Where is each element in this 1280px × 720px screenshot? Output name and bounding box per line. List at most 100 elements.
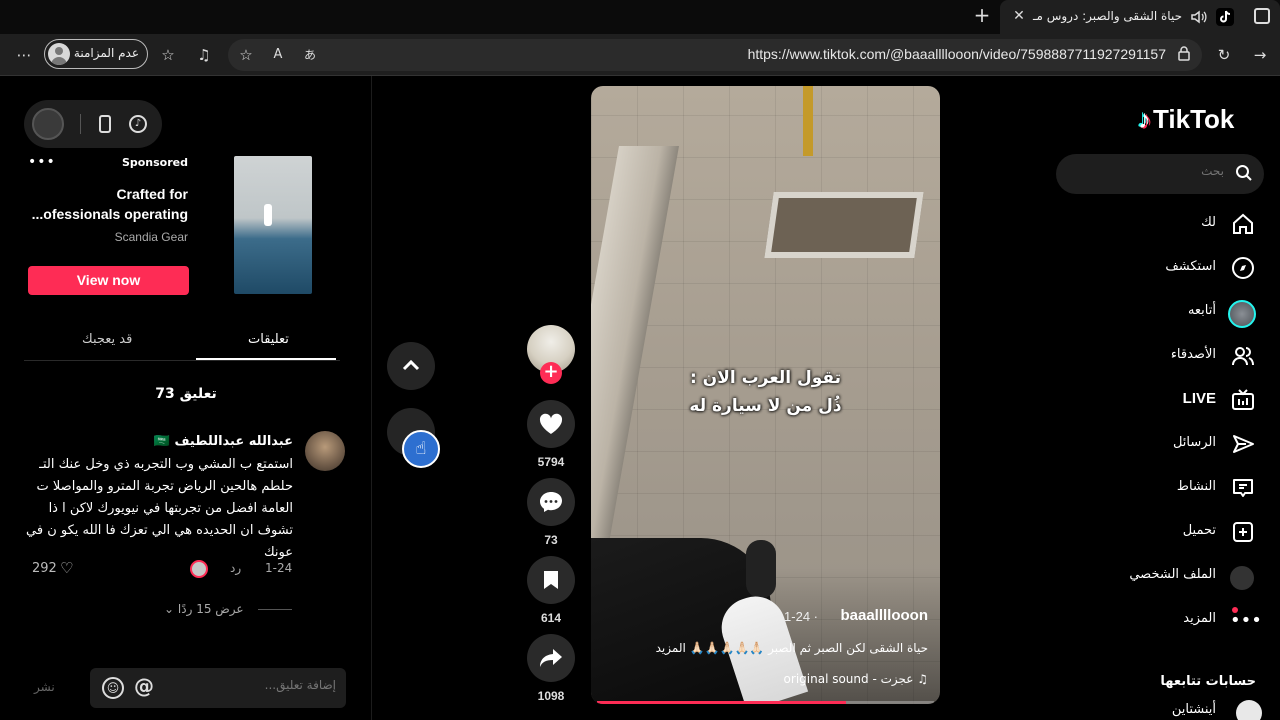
divider: [80, 114, 81, 134]
window-tile-icon[interactable]: [1254, 8, 1270, 24]
search-icon[interactable]: [1234, 164, 1254, 184]
new-tab-button[interactable]: +: [972, 5, 992, 26]
profile-avatar: [48, 43, 70, 65]
video-progress-bar[interactable]: [597, 701, 934, 704]
ad-view-now-button[interactable]: View now: [28, 266, 189, 295]
profile-button[interactable]: عدم المزامنة: [44, 39, 148, 69]
comment-heart-icon[interactable]: ♡: [60, 559, 73, 577]
forward-icon[interactable]: →: [1250, 45, 1270, 65]
video-sound[interactable]: ♫ عجزت - original sound: [784, 672, 928, 686]
hand-cursor-icon: ☝: [402, 430, 440, 468]
comment-date: 1-24: [265, 561, 293, 575]
comments-panel: ♪ ••• Sponsored Crafted for ...ofessiona…: [0, 76, 372, 720]
sidebar-item-label: استكشف: [1165, 259, 1216, 274]
video-planter: [764, 192, 924, 258]
browser-menu-icon[interactable]: ⋯: [14, 45, 34, 65]
sidebar-item-label: النشاط: [1176, 479, 1216, 494]
sidebar-item-activity[interactable]: النشاط: [1100, 473, 1270, 505]
post-comment-button[interactable]: نشر: [34, 680, 55, 694]
creator-avatar[interactable]: [32, 108, 64, 140]
view-replies-button[interactable]: عرض 15 ردًا ⌄: [164, 602, 244, 616]
music-disc-icon[interactable]: ♪: [129, 115, 147, 133]
read-aloud-icon[interactable]: A: [268, 45, 288, 65]
comment-count-action: 73: [544, 533, 558, 547]
sidebar-item-label: لك: [1201, 215, 1216, 230]
reply-button[interactable]: رد: [230, 561, 241, 575]
browser-tab[interactable]: ✕ حياة الشقى والصبر: دروس مـ: [1000, 0, 1280, 34]
comment-text: استمتع ب المشي وب التجربه ذي وخل عنك الت…: [26, 457, 293, 560]
sidebar-item-for-you[interactable]: لك: [1100, 209, 1270, 241]
tiktok-favicon-icon: [1216, 8, 1234, 26]
more-icon: •••: [1230, 610, 1262, 631]
phone-icon[interactable]: [99, 115, 111, 133]
video-pole: [803, 86, 813, 156]
sidebar-item-label: المزيد: [1183, 611, 1216, 626]
compass-icon: [1230, 256, 1256, 282]
sidebar-item-friends[interactable]: الأصدقاء: [1100, 341, 1270, 373]
video-shoe: [746, 540, 776, 598]
sidebar-item-label: تحميل: [1182, 523, 1216, 538]
sidebar-item-label: الرسائل: [1172, 435, 1216, 450]
address-bar[interactable]: ☆ A あ https://www.tiktok.com/@baaalllloo…: [228, 39, 1202, 71]
profile-label: عدم المزامنة: [73, 46, 139, 60]
sidebar-item-label: LIVE: [1182, 390, 1216, 407]
comment-button[interactable]: [527, 478, 575, 526]
sidebar-item-explore[interactable]: استكشف: [1100, 253, 1270, 285]
share-button[interactable]: [527, 634, 575, 682]
video-caption[interactable]: حياة الشقى لكن الصبر ثم الصبر 🙏🏻🙏🏻🙏🏻🙏🏻🙏🏻…: [598, 641, 928, 655]
share-count: 1098: [537, 689, 565, 703]
view-replies-label: عرض 15 ردًا: [177, 602, 244, 616]
video-curb: [591, 146, 679, 586]
sidebar-item-profile[interactable]: الملف الشخصي: [1100, 561, 1270, 593]
ad-more-icon[interactable]: •••: [28, 154, 56, 170]
speaker-icon[interactable]: [1190, 8, 1208, 26]
tab-comments[interactable]: تعليقات: [248, 332, 289, 347]
comment-count: 73 تعليق: [155, 386, 217, 402]
live-tv-icon: [1230, 388, 1256, 414]
close-tab-icon[interactable]: ✕: [1010, 7, 1028, 25]
save-button[interactable]: [527, 556, 575, 604]
ad-sponsored-label: Sponsored: [121, 156, 188, 169]
add-favorite-icon[interactable]: ☆: [236, 45, 256, 65]
sidebar-item-label: الأصدقاء: [1170, 347, 1216, 362]
url-text[interactable]: https://www.tiktok.com/@baaallllooon/vid…: [748, 46, 1166, 62]
activity-icon: [1230, 476, 1256, 502]
tab-you-may-like[interactable]: قد يعجبك: [82, 332, 132, 347]
tiktok-logo[interactable]: ♪TikTok: [1138, 104, 1234, 135]
ad-thumbnail[interactable]: [234, 156, 312, 294]
following-account-name[interactable]: أينشتاين: [1172, 702, 1216, 717]
search-input[interactable]: [1074, 164, 1224, 178]
video-date: 1-24 ·: [784, 609, 818, 624]
site-lock-icon[interactable]: [1174, 45, 1194, 65]
video-tools-pill: ♪: [24, 100, 162, 148]
like-button[interactable]: [527, 400, 575, 448]
video-player[interactable]: تقول العرب الان : ذُل من لا سيارة له baa…: [591, 86, 940, 704]
following-avatar: [1228, 300, 1256, 328]
extensions-icon[interactable]: ♫: [194, 45, 214, 65]
translate-icon[interactable]: あ: [300, 45, 320, 65]
sidebar-item-label: الملف الشخصي: [1129, 567, 1216, 582]
comment-composer: ☺ @: [90, 668, 346, 708]
mention-icon[interactable]: @: [134, 674, 154, 698]
sidebar-item-more[interactable]: المزيد •••: [1100, 605, 1270, 637]
following-account-avatar[interactable]: [1236, 700, 1262, 720]
sidebar-item-following[interactable]: أتابعه: [1100, 297, 1270, 329]
video-overlay-text-line1: تقول العرب الان :: [689, 368, 842, 388]
tabs-divider: [24, 360, 340, 361]
search-box[interactable]: [1056, 154, 1264, 194]
comment-input[interactable]: [176, 678, 336, 692]
favorites-icon[interactable]: ☆: [158, 45, 178, 65]
comment-author[interactable]: عبدالله عبداللطيف 🇸🇦: [154, 434, 293, 449]
refresh-icon[interactable]: ↻: [1214, 45, 1234, 65]
emoji-icon[interactable]: ☺: [102, 677, 124, 699]
sidebar-item-messages[interactable]: الرسائل: [1100, 429, 1270, 461]
ad-brand[interactable]: Scandia Gear: [115, 230, 188, 244]
follow-plus-icon[interactable]: +: [540, 362, 562, 384]
video-author[interactable]: baaallllooon: [840, 607, 928, 624]
sidebar-item-live[interactable]: LIVE: [1100, 385, 1270, 417]
ad-title-line2: ...ofessionals operating: [31, 206, 188, 222]
comment-author-avatar[interactable]: [305, 431, 345, 471]
sidebar-item-upload[interactable]: تحميل: [1100, 517, 1270, 549]
home-icon: [1230, 212, 1256, 238]
previous-video-button[interactable]: [387, 342, 435, 390]
